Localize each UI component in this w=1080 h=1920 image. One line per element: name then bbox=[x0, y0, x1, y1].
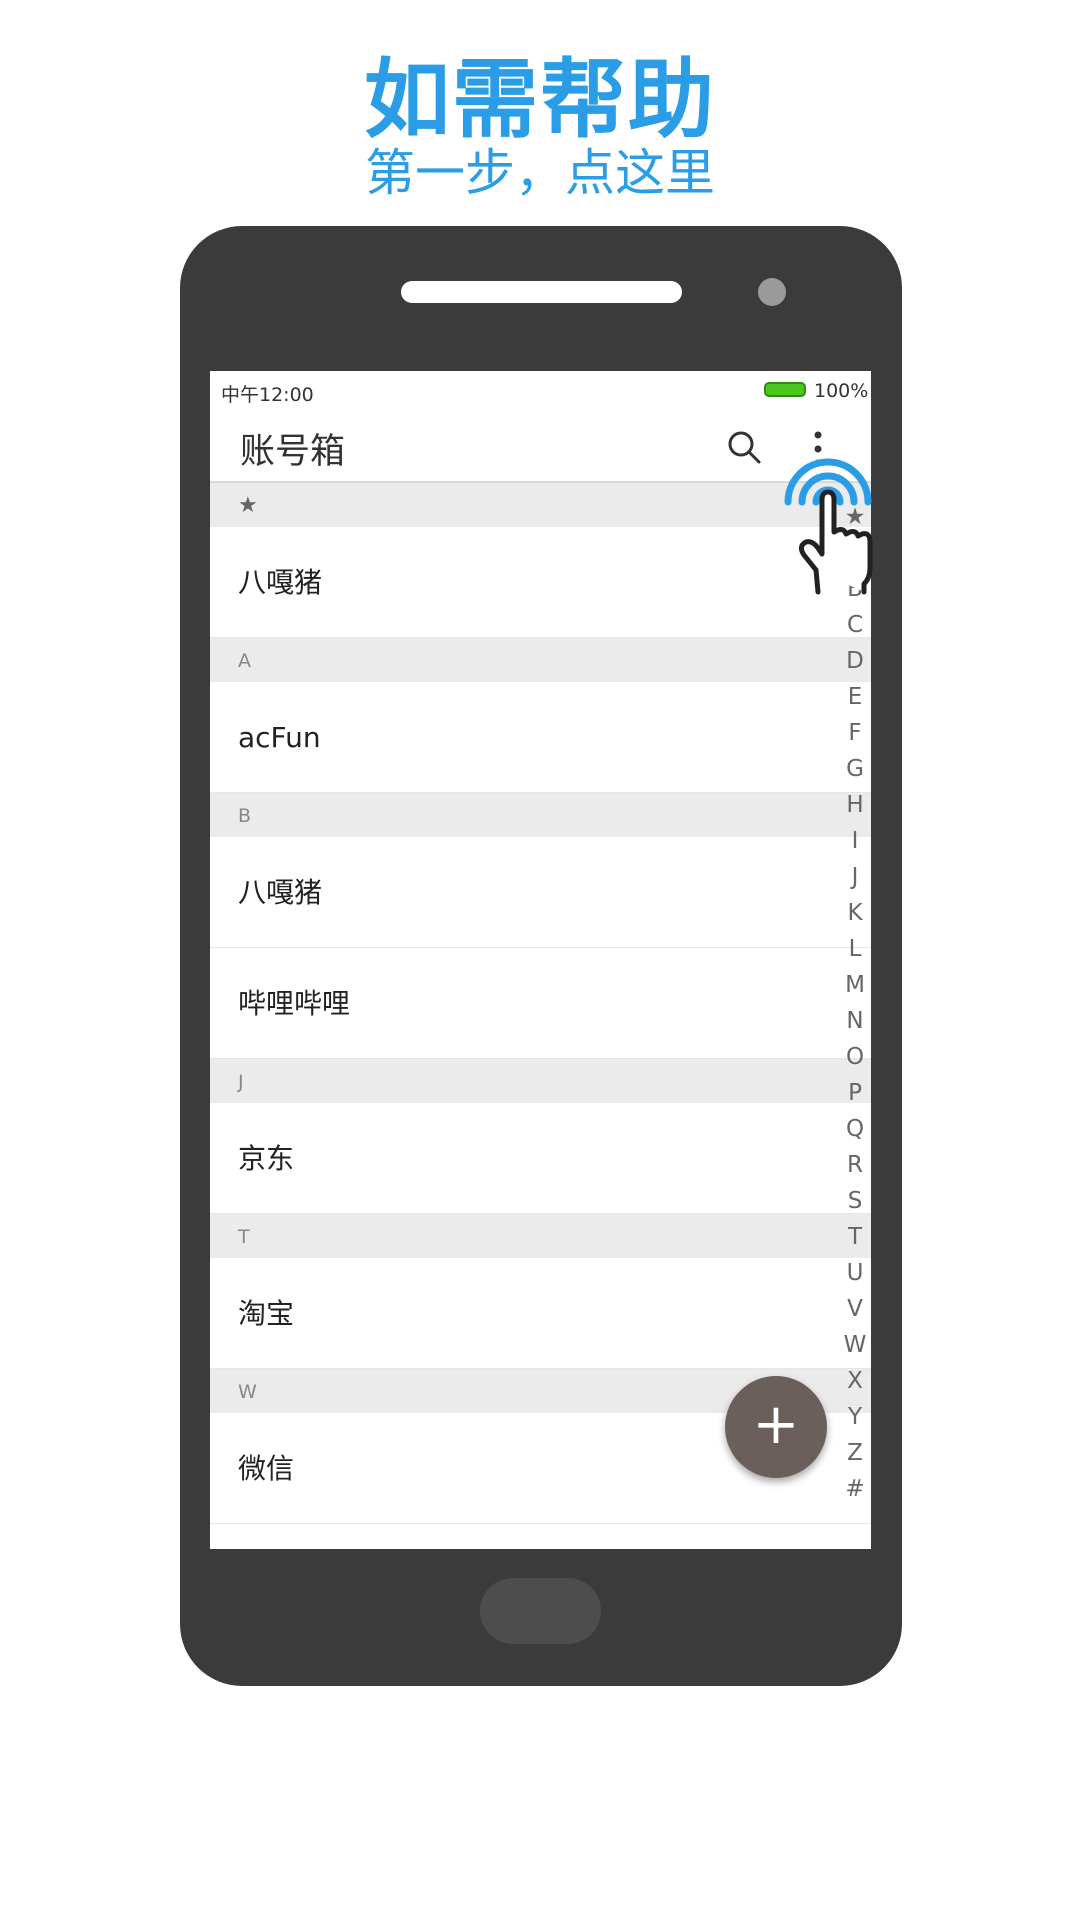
section-header: B bbox=[210, 793, 871, 837]
index-letter[interactable]: Q bbox=[842, 1111, 868, 1147]
battery-icon bbox=[764, 382, 806, 397]
add-account-button[interactable]: + bbox=[725, 1376, 827, 1478]
section-header: A bbox=[210, 638, 871, 682]
index-letter[interactable]: Y bbox=[842, 1399, 868, 1435]
index-letter[interactable]: M bbox=[842, 967, 868, 1003]
index-letter[interactable]: R bbox=[842, 1147, 868, 1183]
index-letter[interactable]: P bbox=[842, 1075, 868, 1111]
list-item[interactable]: 淘宝 bbox=[210, 1258, 871, 1369]
index-letter[interactable]: V bbox=[842, 1291, 868, 1327]
list-item[interactable]: acFun bbox=[210, 682, 871, 793]
phone-camera bbox=[758, 278, 786, 306]
status-time: 中午12:00 bbox=[221, 384, 314, 406]
battery-level: 100% bbox=[814, 380, 869, 402]
index-letter[interactable]: # bbox=[842, 1471, 868, 1507]
index-letter[interactable]: X bbox=[842, 1363, 868, 1399]
index-letter[interactable]: G bbox=[842, 751, 868, 787]
app-bar: 账号箱 bbox=[210, 413, 871, 483]
list-item[interactable]: 哔哩哔哩 bbox=[210, 948, 871, 1059]
list-item[interactable]: 八嘎猪 bbox=[210, 837, 871, 948]
index-letter[interactable]: N bbox=[842, 1003, 868, 1039]
index-letter[interactable]: J bbox=[842, 859, 868, 895]
index-letter[interactable]: C bbox=[842, 607, 868, 643]
index-letter[interactable]: E bbox=[842, 679, 868, 715]
status-bar: 中午12:00 100% bbox=[210, 371, 871, 413]
promo-headline: 如需帮助 bbox=[364, 50, 716, 150]
app-title: 账号箱 bbox=[240, 432, 346, 472]
search-icon[interactable] bbox=[726, 429, 762, 465]
index-letter[interactable]: D bbox=[842, 643, 868, 679]
tap-hand-icon bbox=[784, 458, 873, 595]
index-letter[interactable]: K bbox=[842, 895, 868, 931]
index-letter[interactable]: L bbox=[842, 931, 868, 967]
account-list: ★ 八嘎猪 A acFun B 八嘎猪 哔哩哔哩 J 京东 T 淘宝 W 微信 bbox=[210, 483, 871, 1524]
promo-subline: 第一步，点这里 bbox=[365, 144, 715, 202]
phone-screen: 中午12:00 100% 账号箱 ★ 八嘎猪 A acFun B 八嘎猪 哔哩哔… bbox=[210, 371, 871, 1549]
index-letter[interactable]: W bbox=[842, 1327, 868, 1363]
section-header: T bbox=[210, 1214, 871, 1258]
index-letter[interactable]: Z bbox=[842, 1435, 868, 1471]
index-letter[interactable]: I bbox=[842, 823, 868, 859]
phone-frame: 中午12:00 100% 账号箱 ★ 八嘎猪 A acFun B 八嘎猪 哔哩哔… bbox=[180, 226, 902, 1686]
phone-speaker bbox=[401, 281, 682, 303]
index-letter[interactable]: F bbox=[842, 715, 868, 751]
star-icon: ★ bbox=[238, 493, 258, 518]
section-header: J bbox=[210, 1059, 871, 1103]
index-letter[interactable]: H bbox=[842, 787, 868, 823]
index-letter[interactable]: S bbox=[842, 1183, 868, 1219]
list-item[interactable]: 八嘎猪 bbox=[210, 527, 871, 638]
section-header-favorites: ★ bbox=[210, 483, 871, 527]
home-button bbox=[480, 1578, 601, 1644]
list-item[interactable]: 京东 bbox=[210, 1103, 871, 1214]
index-letter[interactable]: O bbox=[842, 1039, 868, 1075]
alphabet-index-bar[interactable]: ★ABCDEFGHIJKLMNOPQRSTUVWXYZ# bbox=[842, 499, 868, 1507]
index-letter[interactable]: U bbox=[842, 1255, 868, 1291]
index-letter[interactable]: T bbox=[842, 1219, 868, 1255]
